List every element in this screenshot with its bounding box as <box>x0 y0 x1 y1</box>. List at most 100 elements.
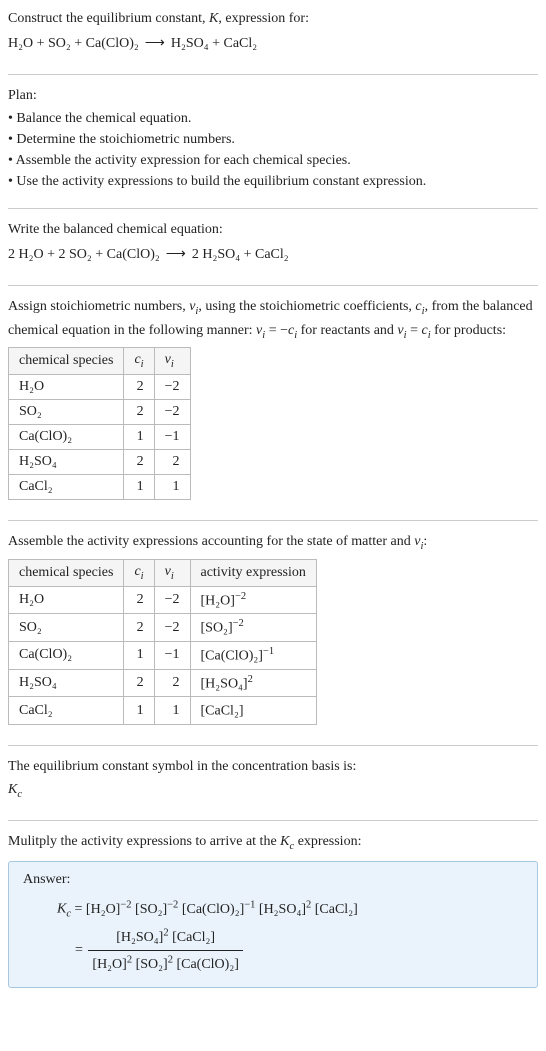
table-row: H₂SO₄22 <box>9 450 191 475</box>
cell: 2 <box>124 669 154 697</box>
base: [Ca(ClO)₂] <box>176 957 238 972</box>
i: i <box>171 571 174 582</box>
cell: 2 <box>124 614 154 642</box>
exp: 2 <box>306 899 311 910</box>
text: for products: <box>431 323 506 338</box>
divider <box>8 520 538 521</box>
cell: H₂SO₄ <box>9 450 124 475</box>
base: [SO₂] <box>136 957 168 972</box>
base: [CaCl₂] <box>315 902 358 917</box>
text: = <box>407 323 422 338</box>
divider <box>8 208 538 209</box>
plan-item: • Use the activity expressions to build … <box>8 171 538 192</box>
exp: −1 <box>244 899 255 910</box>
exp: −2 <box>120 899 131 910</box>
cell: CaCl₂ <box>9 697 124 725</box>
term: [CaCl₂] <box>172 930 215 945</box>
intro-section: Construct the equilibrium constant, K, e… <box>8 8 538 64</box>
base: [CaCl₂] <box>201 704 244 719</box>
cell: [H₂SO₄]2 <box>190 669 316 697</box>
base: [SO₂] <box>135 902 167 917</box>
numerator: [H₂SO₄]2 [CaCl₂] <box>88 924 242 951</box>
cell: SO₂ <box>9 614 124 642</box>
multiply-section: Mulitply the activity expressions to arr… <box>8 831 538 994</box>
activity-section: Assemble the activity expressions accoun… <box>8 531 538 735</box>
exp: −1 <box>263 646 274 657</box>
exp: −2 <box>233 618 244 629</box>
table-row: SO₂2−2 <box>9 400 191 425</box>
plan-item: • Balance the chemical equation. <box>8 108 538 129</box>
eq: = <box>71 902 86 917</box>
term: [SO₂]2 <box>136 957 173 972</box>
col-ci: ci <box>124 348 154 375</box>
text: , using the stoichiometric coefficients, <box>198 299 415 314</box>
i: i <box>171 359 174 370</box>
exp: 2 <box>127 954 132 965</box>
table-header-row: chemical species ci νi <box>9 348 191 375</box>
K: K <box>8 782 17 797</box>
base: [H₂SO₄] <box>201 676 248 691</box>
table-row: H₂SO₄22[H₂SO₄]2 <box>9 669 317 697</box>
cell: [Ca(ClO)₂]−1 <box>190 641 316 669</box>
text: Assign stoichiometric numbers, <box>8 299 189 314</box>
term: [H₂SO₄]2 <box>259 902 311 917</box>
kc-symbol: Kc <box>8 779 538 803</box>
stoich-text: Assign stoichiometric numbers, νi, using… <box>8 296 538 343</box>
col-activity: activity expression <box>190 559 316 586</box>
text: Mulitply the activity expressions to arr… <box>8 834 280 849</box>
base: [H₂O] <box>86 902 120 917</box>
table-row: CaCl₂11[CaCl₂] <box>9 697 317 725</box>
text: = − <box>265 323 288 338</box>
table-header-row: chemical species ci νi activity expressi… <box>9 559 317 586</box>
term: [H₂O]−2 <box>86 902 132 917</box>
intro-equation: H₂O + SO₂ + Ca(ClO)₂⟶H₂SO₄ + CaCl₂ <box>8 31 538 56</box>
equation-lhs: 2 H₂O + 2 SO₂ + Ca(ClO)₂ <box>8 247 160 262</box>
base: [H₂O] <box>201 593 235 608</box>
cell: SO₂ <box>9 400 124 425</box>
cell: Ca(ClO)₂ <box>9 425 124 450</box>
cell: 2 <box>124 400 154 425</box>
cell: [SO₂]−2 <box>190 614 316 642</box>
exp: −2 <box>167 899 178 910</box>
text: expression: <box>294 834 361 849</box>
divider <box>8 74 538 75</box>
term: [H₂O]2 <box>92 957 132 972</box>
exp: 2 <box>168 954 173 965</box>
table-row: H₂O2−2 <box>9 375 191 400</box>
stoich-section: Assign stoichiometric numbers, νi , using… <box>8 296 538 510</box>
cell: −2 <box>154 400 190 425</box>
activity-table: chemical species ci νi activity expressi… <box>8 559 317 725</box>
answer-box: Answer: Kc = [H₂O]−2 [SO₂]−2 [Ca(ClO)₂]−… <box>8 861 538 988</box>
exp: 2 <box>248 674 253 685</box>
multiply-text: Mulitply the activity expressions to arr… <box>8 831 538 855</box>
col-vi: νi <box>154 348 190 375</box>
term: [Ca(ClO)₂] <box>176 957 238 972</box>
balanced-heading: Write the balanced chemical equation: <box>8 219 538 240</box>
symbol-text: The equilibrium constant symbol in the c… <box>8 756 538 777</box>
activity-text: Assemble the activity expressions accoun… <box>8 531 538 555</box>
table-row: CaCl₂11 <box>9 475 191 500</box>
cell: 2 <box>124 450 154 475</box>
col-ci: ci <box>124 559 154 586</box>
cell: Ca(ClO)₂ <box>9 641 124 669</box>
base: [H₂SO₄] <box>116 930 163 945</box>
cell: H₂O <box>9 375 124 400</box>
term: [H₂SO₄]2 <box>116 930 168 945</box>
cell: −1 <box>154 425 190 450</box>
divider <box>8 285 538 286</box>
cell: 2 <box>124 586 154 614</box>
term: [SO₂]−2 <box>135 902 178 917</box>
c: c <box>17 789 22 800</box>
equation-rhs: 2 H₂SO₄ + CaCl₂ <box>192 247 289 262</box>
cell: [H₂O]−2 <box>190 586 316 614</box>
cell: H₂SO₄ <box>9 669 124 697</box>
table-row: H₂O2−2[H₂O]−2 <box>9 586 317 614</box>
col-vi: νi <box>154 559 190 586</box>
intro-text: Construct the equilibrium constant, <box>8 11 209 26</box>
table-row: Ca(ClO)₂1−1 <box>9 425 191 450</box>
divider <box>8 745 538 746</box>
balanced-section: Write the balanced chemical equation: 2 … <box>8 219 538 275</box>
plan-heading: Plan: <box>8 85 538 106</box>
reaction-arrow-icon: ⟶ <box>160 247 192 262</box>
base: [SO₂] <box>201 621 233 636</box>
